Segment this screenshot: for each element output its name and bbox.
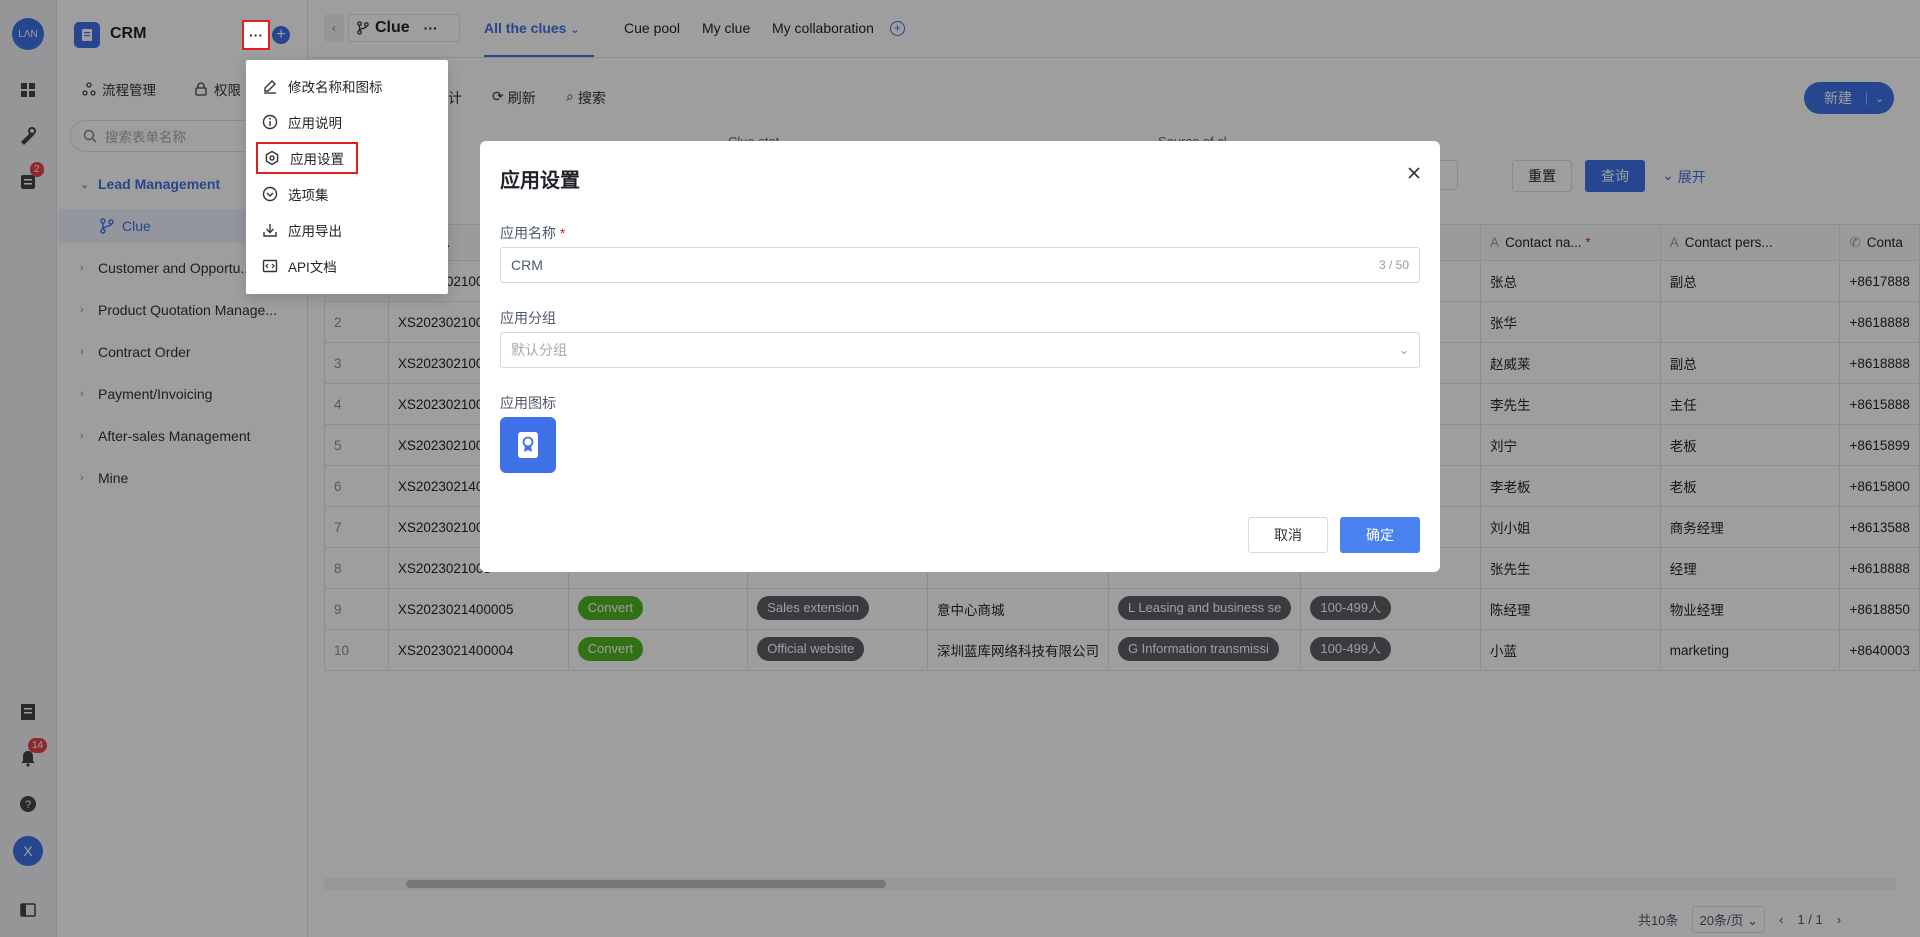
menu-item-rename[interactable]: 修改名称和图标 <box>262 72 383 100</box>
app-icon-picker[interactable] <box>500 417 556 473</box>
chevron-circle-icon <box>262 186 278 202</box>
label-text: 应用名称 <box>500 225 556 241</box>
menu-item-settings[interactable]: 应用设置 <box>256 142 358 174</box>
app-group-select[interactable]: 默认分组 ⌄ <box>500 332 1420 368</box>
close-icon[interactable] <box>1404 163 1424 183</box>
code-icon <box>262 259 278 273</box>
dialog-title: 应用设置 <box>500 170 580 192</box>
app-group-label: 应用分组 <box>500 310 556 326</box>
menu-item-option-sets[interactable]: 选项集 <box>262 180 329 208</box>
app-name-value: CRM <box>511 257 543 273</box>
more-options-button-highlight[interactable]: ··· <box>242 20 270 50</box>
menu-item-label: API文档 <box>288 260 337 275</box>
app-icon-label: 应用图标 <box>500 395 556 411</box>
chevron-down-icon: ⌄ <box>1398 343 1409 357</box>
menu-item-label: 应用导出 <box>288 224 342 239</box>
group-placeholder: 默认分组 <box>511 342 567 358</box>
menu-item-export[interactable]: 应用导出 <box>262 216 342 244</box>
download-icon <box>263 224 277 237</box>
required-mark: * <box>559 225 566 241</box>
settings-icon <box>265 150 279 166</box>
app-options-menu: 修改名称和图标 应用说明 应用设置 选项集 应用导出 API文档 <box>246 60 448 294</box>
menu-item-label: 选项集 <box>288 188 329 203</box>
info-icon <box>262 114 278 130</box>
app-name-input[interactable]: CRM 3 / 50 <box>500 247 1420 283</box>
app-settings-dialog: 应用设置 应用名称 * CRM 3 / 50 应用分组 默认分组 ⌄ 应用图标 … <box>480 141 1440 572</box>
menu-item-label: 应用说明 <box>288 116 342 131</box>
certificate-icon <box>518 432 538 458</box>
app-name-label: 应用名称 * <box>500 223 565 243</box>
menu-item-description[interactable]: 应用说明 <box>262 108 342 136</box>
menu-item-api-docs[interactable]: API文档 <box>262 252 337 280</box>
char-counter: 3 / 50 <box>1378 258 1409 272</box>
confirm-button[interactable]: 确定 <box>1340 517 1420 553</box>
cancel-button[interactable]: 取消 <box>1248 517 1328 553</box>
menu-item-label: 修改名称和图标 <box>288 80 383 95</box>
menu-item-label: 应用设置 <box>290 152 344 167</box>
edit-icon <box>264 80 276 94</box>
